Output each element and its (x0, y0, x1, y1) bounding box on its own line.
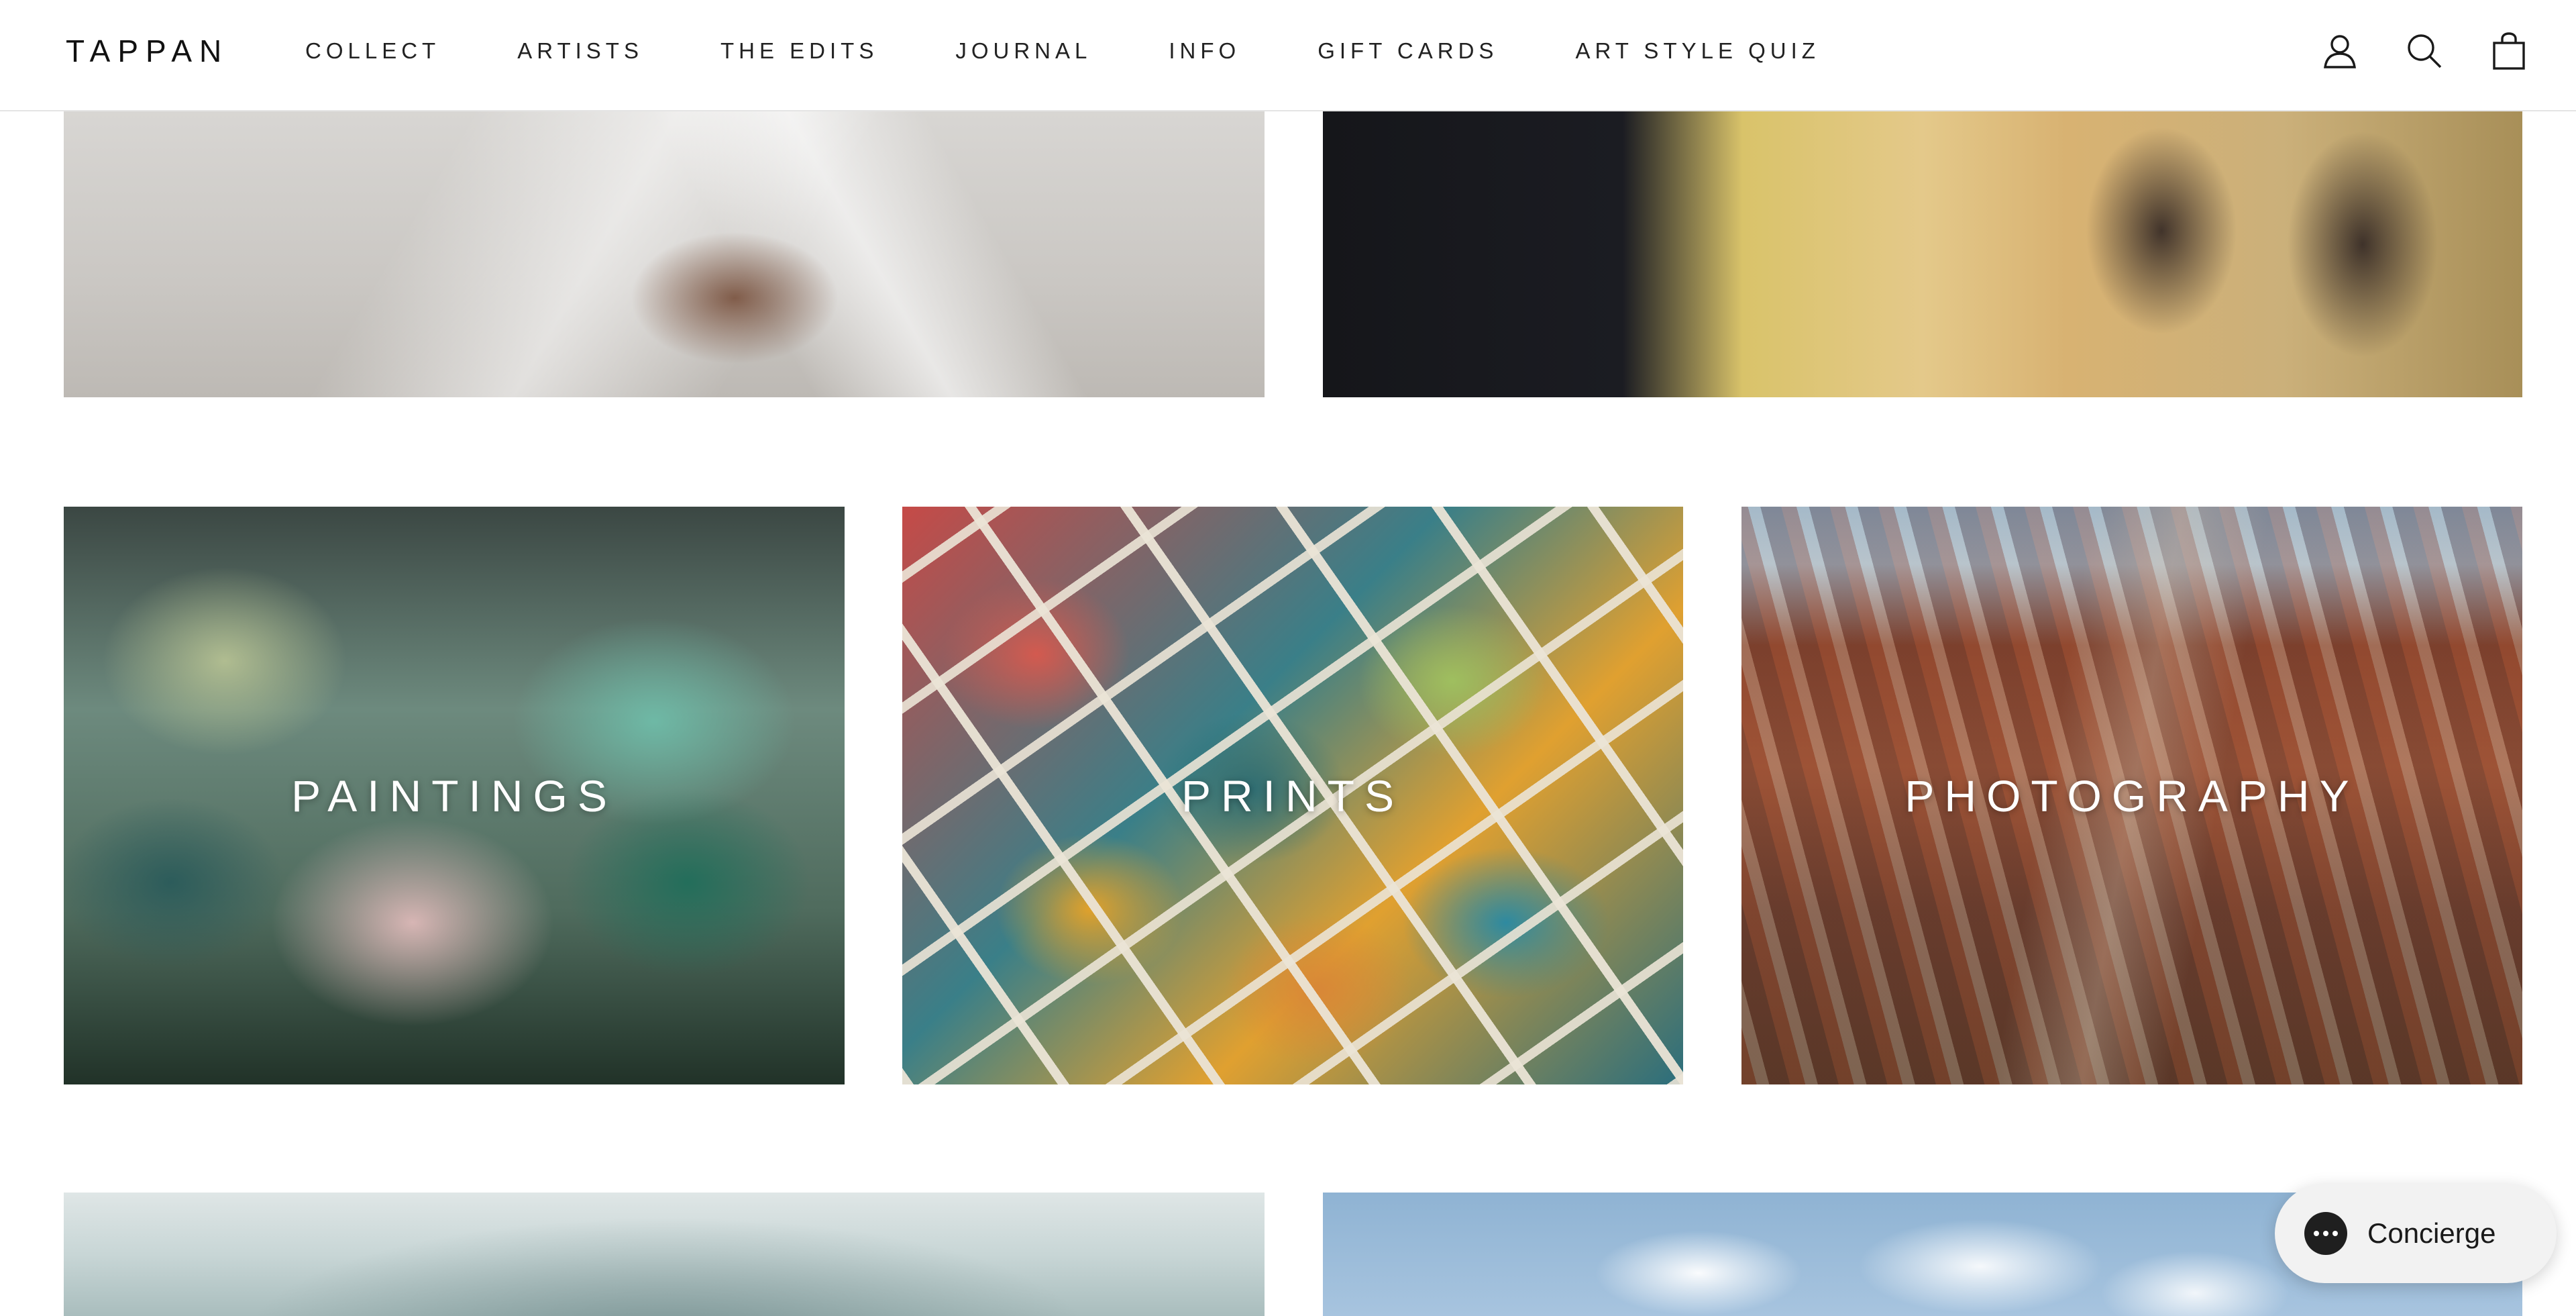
concierge-label: Concierge (2367, 1217, 2496, 1249)
header-actions (2282, 24, 2536, 78)
category-label: PRINTS (1181, 770, 1405, 821)
category-tile-paintings[interactable]: PAINTINGS (64, 507, 845, 1084)
collection-tile-top-left[interactable] (64, 110, 1265, 397)
main-nav: COLLECT ARTISTS THE EDITS JOURNAL INFO G… (305, 34, 1820, 68)
cart-icon[interactable] (2482, 24, 2536, 78)
nav-item-info[interactable]: INFO (1169, 34, 1240, 68)
collection-tile-top-right[interactable] (1323, 110, 2522, 397)
category-tile-prints[interactable]: PRINTS (902, 507, 1683, 1084)
search-icon[interactable] (2398, 24, 2451, 78)
nav-item-artists[interactable]: ARTISTS (517, 34, 643, 68)
nav-item-gift-cards[interactable]: GIFT CARDS (1318, 34, 1498, 68)
nav-item-collect[interactable]: COLLECT (305, 34, 440, 68)
concierge-chat-button[interactable]: Concierge (2275, 1184, 2557, 1283)
category-label: PHOTOGRAPHY (1904, 770, 2359, 821)
tile-image (64, 1193, 1265, 1316)
tile-image (1323, 110, 2522, 397)
category-label: PAINTINGS (291, 770, 617, 821)
category-tile-photography[interactable]: PHOTOGRAPHY (1741, 507, 2522, 1084)
collection-tile-bottom-left[interactable] (64, 1193, 1265, 1316)
chat-icon (2304, 1212, 2347, 1255)
account-icon[interactable] (2313, 24, 2367, 78)
nav-item-art-style-quiz[interactable]: ART STYLE QUIZ (1575, 34, 1820, 68)
site-header: TAPPAN COLLECT ARTISTS THE EDITS JOURNAL… (0, 0, 2576, 111)
tile-image (64, 110, 1265, 397)
nav-item-journal[interactable]: JOURNAL (955, 34, 1091, 68)
site-logo[interactable]: TAPPAN (66, 31, 229, 71)
nav-item-the-edits[interactable]: THE EDITS (720, 34, 878, 68)
